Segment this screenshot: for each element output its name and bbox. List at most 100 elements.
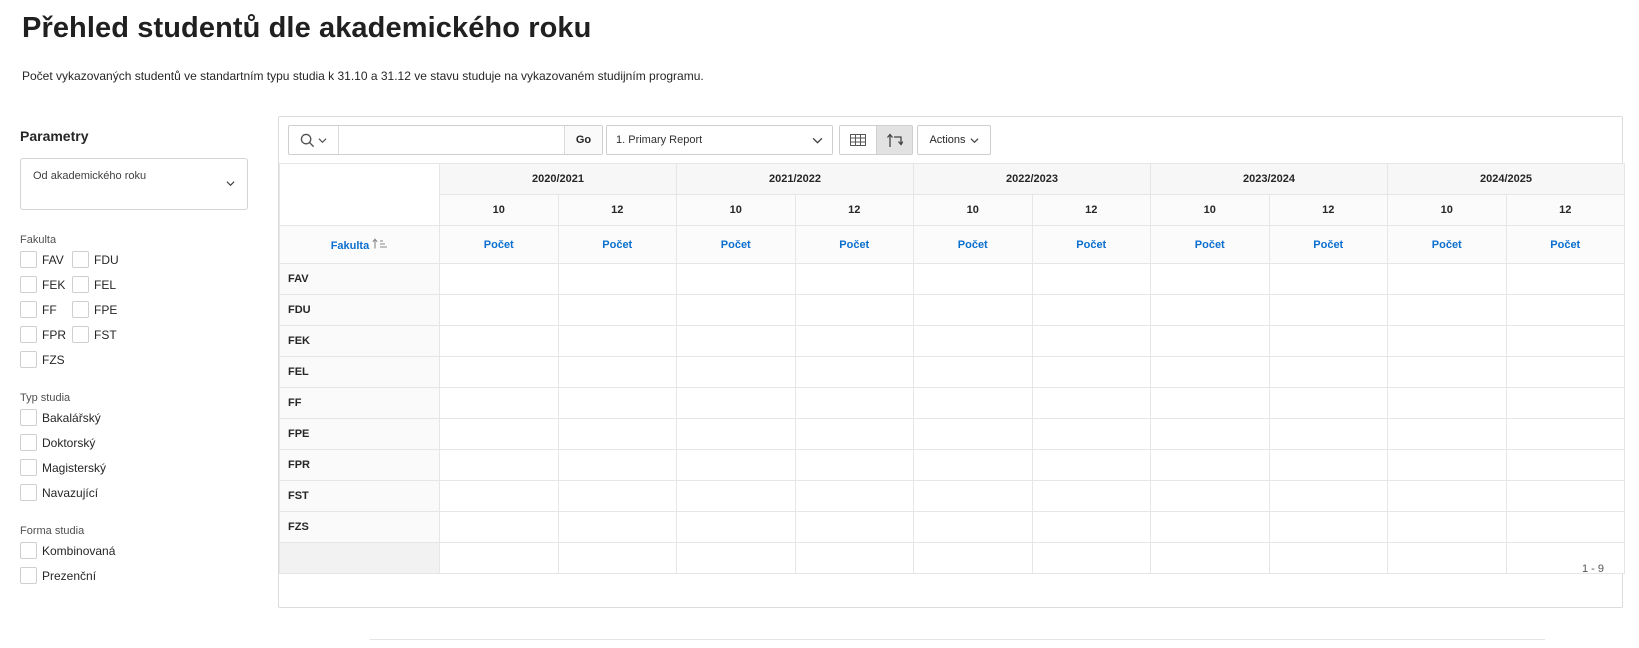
checkbox-box[interactable] xyxy=(20,276,37,293)
checkbox-box[interactable] xyxy=(20,434,37,451)
metric-header-link[interactable]: Počet xyxy=(913,225,1033,264)
actions-menu-button[interactable]: Actions xyxy=(917,125,991,155)
month-header: 12 xyxy=(794,194,914,226)
checkbox-box[interactable] xyxy=(20,301,37,318)
checkbox-fpr[interactable]: FPR xyxy=(20,326,72,343)
search-column-button[interactable] xyxy=(289,126,339,154)
checkbox-fst[interactable]: FST xyxy=(72,326,172,343)
metric-header-link[interactable]: Počet xyxy=(1505,225,1625,264)
pivot-view-button[interactable] xyxy=(876,126,912,154)
table-cell xyxy=(557,418,677,450)
table-cell xyxy=(1031,449,1151,481)
checkbox-bakalarsky[interactable]: Bakalářský xyxy=(20,409,250,426)
table-cell xyxy=(913,263,1033,295)
typ-studia-label: Typ studia xyxy=(20,392,71,404)
table-cell xyxy=(1505,356,1625,388)
table-cell xyxy=(1031,294,1151,326)
checkbox-fdu[interactable]: FDU xyxy=(72,251,172,268)
checkbox-kombinovana[interactable]: Kombinovaná xyxy=(20,542,250,559)
year-header: 2022/2023 xyxy=(913,163,1151,195)
checkbox-magistersky[interactable]: Magisterský xyxy=(20,459,250,476)
checkbox-box[interactable] xyxy=(72,326,89,343)
saved-report-select[interactable]: 1. Primary Report xyxy=(606,125,833,155)
page-description: Počet vykazovaných studentů ve standartn… xyxy=(22,69,704,83)
view-report-button[interactable] xyxy=(840,126,876,154)
table-cell xyxy=(1031,387,1151,419)
table-cell xyxy=(1150,387,1270,419)
checkbox-fpe[interactable]: FPE xyxy=(72,301,172,318)
metric-header-link[interactable]: Počet xyxy=(676,225,796,264)
checkbox-navazujici[interactable]: Navazující xyxy=(20,484,250,501)
table-cell xyxy=(1387,511,1507,543)
search-input[interactable] xyxy=(339,126,564,154)
table-cell xyxy=(1387,480,1507,512)
table-cell xyxy=(1031,325,1151,357)
metric-header-link[interactable]: Počet xyxy=(1031,225,1151,264)
pivot-grid: 2020/2021 2021/2022 2022/2023 2023/2024 … xyxy=(279,163,1625,574)
table-cell xyxy=(1268,480,1388,512)
metric-header-link[interactable]: Počet xyxy=(1268,225,1388,264)
table-cell xyxy=(1150,356,1270,388)
checkbox-box[interactable] xyxy=(72,251,89,268)
checkbox-prezencni[interactable]: Prezenční xyxy=(20,567,250,584)
year-header: 2020/2021 xyxy=(439,163,677,195)
table-cell xyxy=(439,418,559,450)
month-header: 12 xyxy=(1268,194,1388,226)
month-header: 10 xyxy=(1387,194,1507,226)
checkbox-fzs[interactable]: FZS xyxy=(20,351,72,368)
grid-view-icon xyxy=(850,134,866,146)
checkbox-fek[interactable]: FEK xyxy=(20,276,72,293)
checkbox-ff[interactable]: FF xyxy=(20,301,72,318)
checkbox-fel[interactable]: FEL xyxy=(72,276,172,293)
view-mode-group xyxy=(839,125,913,155)
table-row: FPR xyxy=(279,449,1625,481)
month-header: 12 xyxy=(1505,194,1625,226)
row-header: FEK xyxy=(279,325,440,357)
checkbox-box[interactable] xyxy=(20,251,37,268)
page-title: Přehled studentů dle akademického roku xyxy=(22,12,592,44)
table-cell xyxy=(676,387,796,419)
row-header: FPR xyxy=(279,449,440,481)
checkbox-label: FZS xyxy=(42,352,65,367)
table-cell xyxy=(913,387,1033,419)
checkbox-box[interactable] xyxy=(20,484,37,501)
table-row: FST xyxy=(279,480,1625,512)
checkbox-doktorsky[interactable]: Doktorský xyxy=(20,434,250,451)
checkbox-label: FEK xyxy=(42,277,66,292)
corner-cell xyxy=(279,163,440,226)
row-header: FAV xyxy=(279,263,440,295)
checkbox-box[interactable] xyxy=(20,351,37,368)
checkbox-label: FPE xyxy=(94,302,118,317)
metric-header-link[interactable]: Počet xyxy=(794,225,914,264)
go-button[interactable]: Go xyxy=(564,126,602,154)
table-cell xyxy=(794,418,914,450)
table-cell xyxy=(557,294,677,326)
metric-header-link[interactable]: Počet xyxy=(557,225,677,264)
table-cell xyxy=(1505,449,1625,481)
actions-label: Actions xyxy=(929,134,966,146)
fakulta-sort-header[interactable]: Fakulta xyxy=(279,225,440,264)
checkbox-label: FEL xyxy=(94,277,117,292)
metric-header-link[interactable]: Počet xyxy=(1150,225,1270,264)
divider xyxy=(370,639,1545,640)
checkbox-label: Doktorský xyxy=(42,435,96,450)
table-cell xyxy=(1387,294,1507,326)
metric-header-link[interactable]: Počet xyxy=(439,225,559,264)
forma-studia-label: Forma studia xyxy=(20,525,85,537)
table-cell xyxy=(1387,449,1507,481)
metric-header-link[interactable]: Počet xyxy=(1387,225,1507,264)
typ-studia-checkbox-group: Bakalářský Doktorský Magisterský Navazuj… xyxy=(20,409,250,501)
checkbox-box[interactable] xyxy=(20,409,37,426)
checkbox-box[interactable] xyxy=(20,542,37,559)
saved-report-value: 1. Primary Report xyxy=(616,134,703,146)
checkbox-box[interactable] xyxy=(20,326,37,343)
table-cell xyxy=(1387,418,1507,450)
table-cell xyxy=(557,387,677,419)
checkbox-box[interactable] xyxy=(20,567,37,584)
checkbox-box[interactable] xyxy=(72,276,89,293)
checkbox-box[interactable] xyxy=(72,301,89,318)
table-row: FDU xyxy=(279,294,1625,326)
academic-year-select[interactable]: Od akademického roku xyxy=(20,158,248,210)
checkbox-box[interactable] xyxy=(20,459,37,476)
checkbox-fav[interactable]: FAV xyxy=(20,251,72,268)
